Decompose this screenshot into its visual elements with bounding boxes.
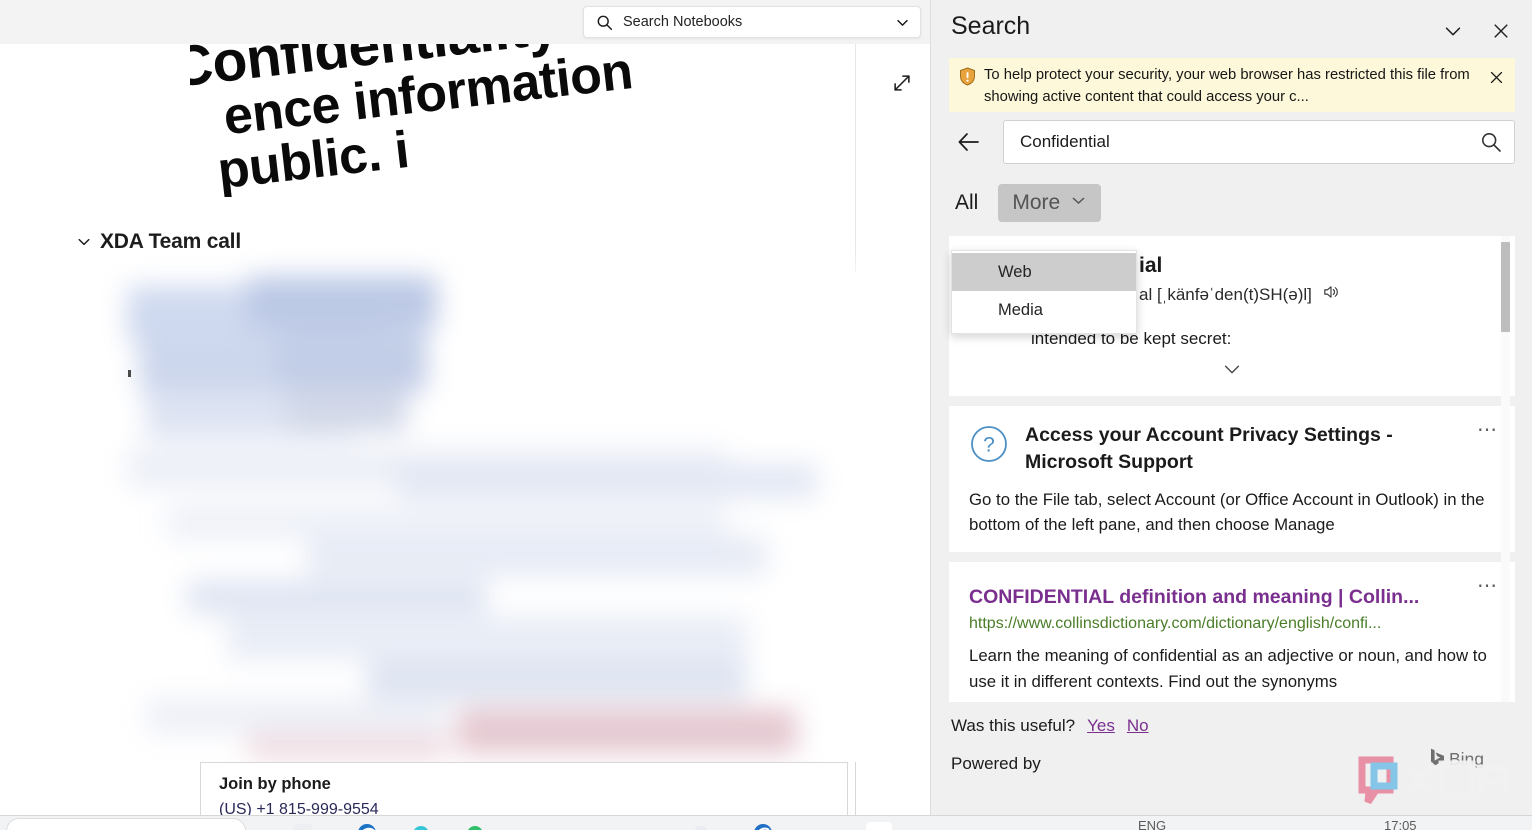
redacted-content — [127, 268, 887, 760]
search-pane-header: Search — [931, 0, 1532, 56]
join-by-phone-number[interactable]: (US) +1 815-999-9554 — [219, 801, 379, 815]
shield-warning-icon — [959, 67, 976, 91]
taskbar-icon-app8[interactable] — [808, 822, 830, 830]
feedback-question: Was this useful? — [951, 716, 1076, 735]
join-by-phone-title: Join by phone — [219, 775, 331, 793]
expand-diagonal-icon[interactable] — [888, 69, 916, 97]
taskbar-language[interactable]: ENG — [1138, 818, 1166, 830]
feedback-row: Was this useful? Yes No — [951, 716, 1149, 736]
chevron-down-icon — [1070, 191, 1087, 215]
chevron-down-icon[interactable] — [76, 234, 92, 250]
taskbar-clock[interactable]: 17:05 — [1384, 818, 1417, 830]
ellipsis-icon[interactable]: ⋯ — [1477, 576, 1499, 596]
taskbar-icon-app7[interactable] — [690, 822, 712, 830]
menu-item-media[interactable]: Media — [952, 291, 1136, 329]
confidentiality-image: duty of Confidentiality is ence informat… — [190, 44, 815, 197]
menu-item-web[interactable]: Web — [952, 253, 1136, 291]
join-card-divider — [855, 762, 856, 815]
chevron-down-icon[interactable] — [1436, 14, 1470, 48]
result-snippet: Go to the File tab, select Account (or O… — [969, 489, 1485, 535]
svg-text:?: ? — [983, 434, 995, 457]
security-warning-banner: To help protect your security, your web … — [949, 58, 1515, 112]
security-warning-text: To help protect your security, your web … — [984, 67, 1470, 105]
dictionary-pronunciation: al [ˌkänfəˈden(t)SH(ə)l] — [1139, 284, 1312, 304]
app-root: Search Notebooks duty of Confidentiality… — [0, 0, 1532, 830]
section-heading[interactable]: XDA Team call — [76, 230, 241, 254]
feedback-yes-link[interactable]: Yes — [1087, 716, 1115, 736]
search-input[interactable]: Confidential — [1003, 120, 1515, 164]
results-scrollbar[interactable] — [1501, 236, 1510, 702]
taskbar-icon-teams[interactable] — [752, 822, 774, 830]
chevron-down-icon[interactable] — [969, 361, 1495, 382]
taskbar-icon-app1[interactable] — [292, 822, 314, 830]
onenote-pane: Search Notebooks duty of Confidentiality… — [0, 0, 930, 815]
taskbar-icon-edge[interactable] — [356, 822, 378, 830]
taskbar-icon-app3[interactable] — [464, 822, 486, 830]
more-filter-dropdown[interactable]: More — [998, 184, 1102, 222]
search-input-value: Confidential — [1020, 132, 1110, 151]
speaker-icon[interactable] — [1322, 284, 1340, 305]
result-title[interactable]: CONFIDENTIAL definition and meaning | Co… — [969, 584, 1495, 610]
question-circle-icon: ? — [969, 424, 1009, 469]
result-snippet: Learn the meaning of confidential as an … — [969, 645, 1487, 691]
result-card-support[interactable]: ⋯ ? Access your Account Privacy Settings… — [949, 406, 1515, 552]
powered-by-label: Powered by — [951, 754, 1041, 773]
arrow-left-icon[interactable] — [949, 122, 989, 162]
taskbar-icon-app9[interactable] — [928, 822, 950, 830]
result-url[interactable]: https://www.collinsdictionary.com/dictio… — [969, 615, 1495, 633]
ellipsis-icon[interactable]: ⋯ — [1477, 420, 1499, 440]
chevron-down-icon[interactable] — [895, 15, 910, 30]
onenote-toolbar: Search Notebooks — [0, 0, 930, 44]
page-divider — [855, 44, 856, 272]
section-heading-label: XDA Team call — [100, 230, 241, 253]
text-cursor-mark — [128, 370, 131, 377]
close-icon[interactable] — [1485, 66, 1507, 88]
search-pane: Search To help protect your security, yo… — [930, 0, 1532, 815]
taskbar-icon-app5[interactable] — [572, 822, 594, 830]
search-icon — [596, 14, 613, 31]
search-input-row: Confidential — [949, 120, 1515, 164]
close-icon[interactable] — [1484, 14, 1518, 48]
notebook-search-input[interactable]: Search Notebooks — [583, 6, 921, 38]
search-pane-title: Search — [951, 12, 1031, 40]
result-card-web[interactable]: ⋯ CONFIDENTIAL definition and meaning | … — [949, 561, 1515, 702]
result-title[interactable]: Access your Account Privacy Settings - M… — [1025, 422, 1455, 477]
scrollbar-thumb[interactable] — [1501, 242, 1510, 332]
tab-all[interactable]: All — [949, 189, 984, 217]
taskbar-icon-onenote-active[interactable] — [866, 822, 892, 830]
taskbar-icon-app2[interactable] — [410, 822, 432, 830]
search-icon[interactable] — [1480, 131, 1502, 153]
more-filter-label: More — [1012, 191, 1061, 214]
taskbar-icon-app6[interactable] — [626, 822, 648, 830]
windows-taskbar: ENG 17:05 — [0, 815, 1532, 830]
taskbar-search-pill[interactable] — [6, 818, 246, 830]
taskbar-icon-app4[interactable] — [518, 822, 540, 830]
join-by-phone-card: Join by phone (US) +1 815-999-9554 — [200, 762, 848, 815]
more-filter-menu: Web Media — [951, 250, 1137, 334]
feedback-no-link[interactable]: No — [1127, 716, 1149, 736]
search-filter-row: All More — [949, 184, 1102, 222]
notebook-search-placeholder: Search Notebooks — [623, 14, 743, 30]
xda-watermark — [1356, 752, 1516, 806]
